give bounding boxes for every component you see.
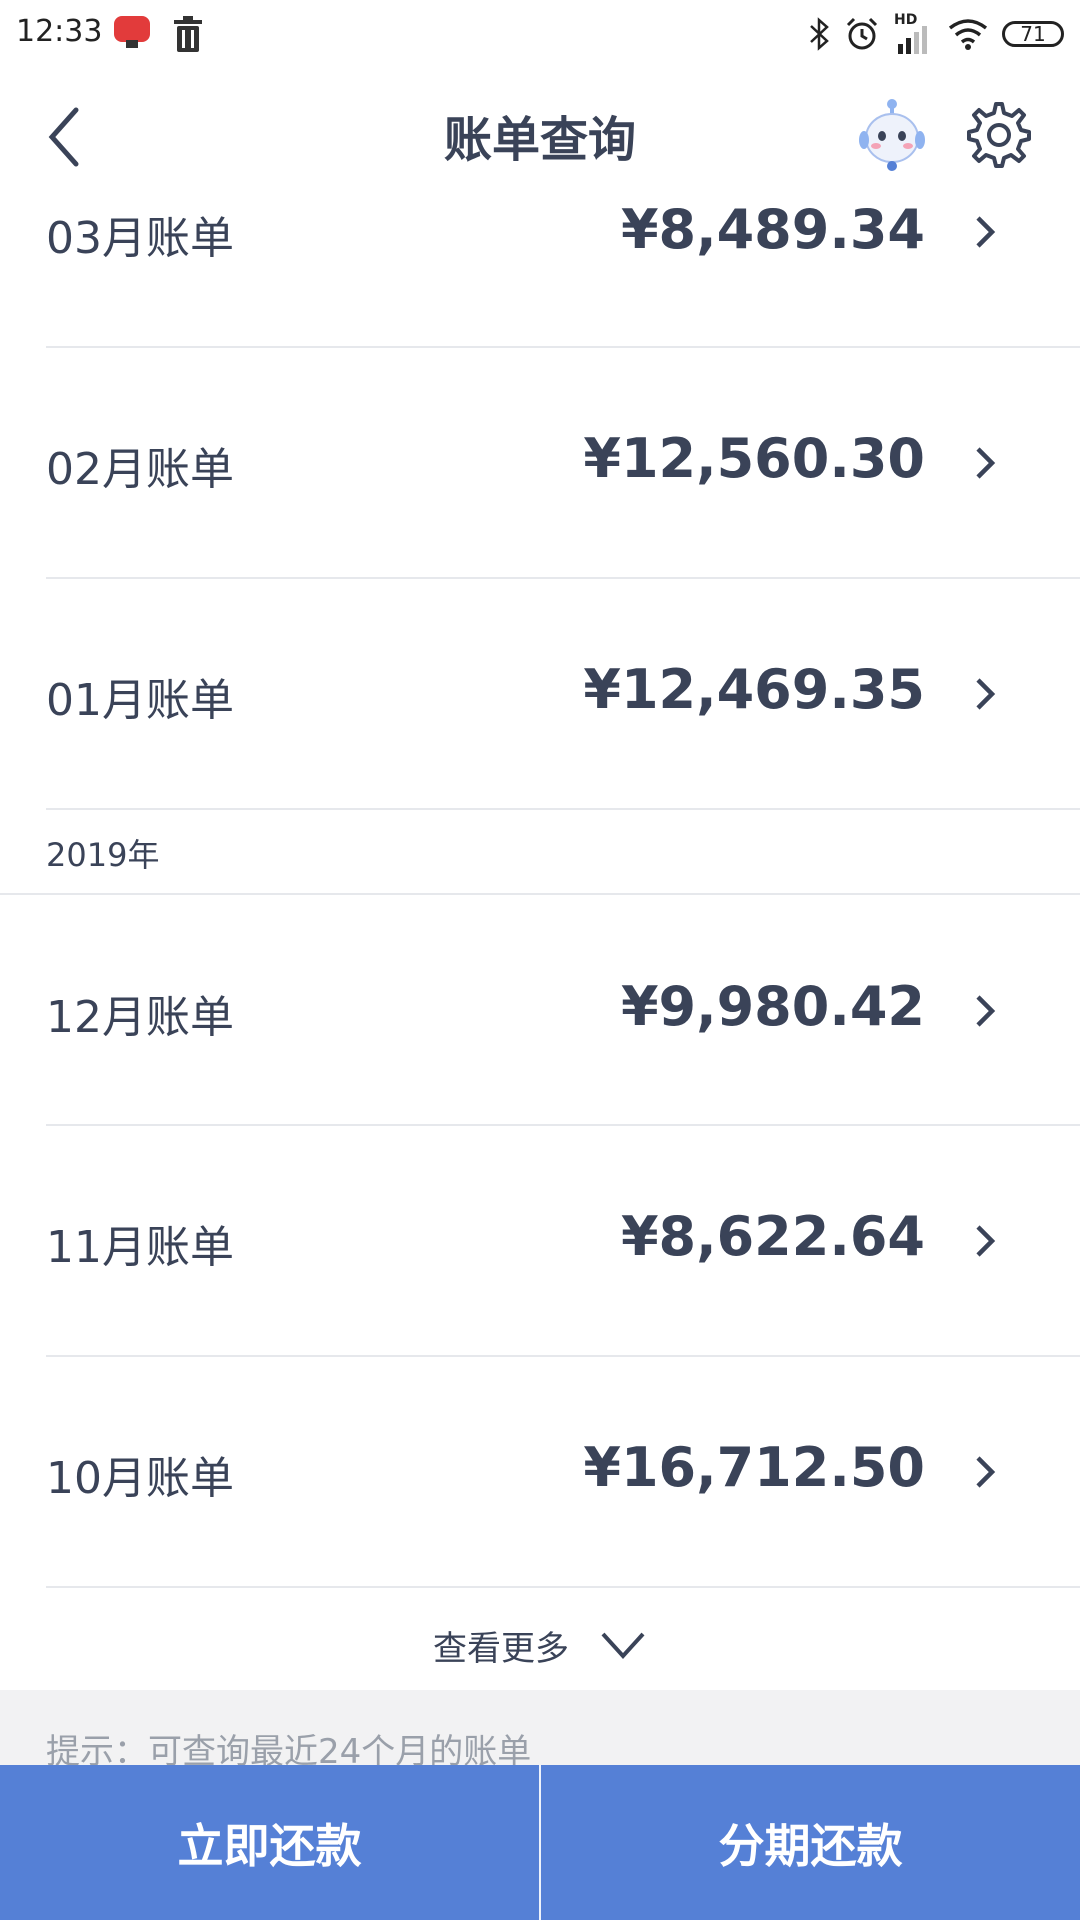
bill-month-label: 10月账单: [46, 1453, 234, 1504]
bluetooth-icon: [810, 17, 829, 51]
installment-repay-button[interactable]: 分期还款: [541, 1765, 1080, 1920]
battery-level: 71: [1020, 22, 1046, 46]
list-item[interactable]: 02月账单 ¥12,560.30: [0, 347, 1080, 577]
chevron-right-icon: [976, 216, 996, 248]
nav-header: 账单查询: [0, 72, 1080, 190]
bill-amount: ¥9,980.42: [620, 975, 925, 1038]
bill-amount: ¥12,469.35: [583, 658, 925, 721]
wifi-icon: [948, 19, 988, 50]
bill-amount: ¥16,712.50: [583, 1436, 925, 1499]
list-item[interactable]: 01月账单 ¥12,469.35: [0, 578, 1080, 808]
chevron-right-icon: [976, 447, 996, 479]
chevron-right-icon: [976, 1225, 996, 1257]
divider: [46, 808, 1080, 810]
bill-amount: ¥8,489.34: [620, 198, 925, 261]
signal-icon: HD: [894, 12, 934, 54]
alarm-icon: [846, 17, 878, 50]
year-section-header: 2019年: [46, 836, 160, 874]
chevron-down-icon: [601, 1632, 645, 1659]
status-icons: HD 71: [808, 12, 1064, 56]
mascot-assistant-icon[interactable]: [852, 96, 932, 176]
bill-month-label: 03月账单: [46, 213, 234, 264]
divider: [46, 1586, 1080, 1588]
repay-now-button[interactable]: 立即还款: [0, 1765, 541, 1920]
list-item[interactable]: 12月账单 ¥9,980.42: [0, 895, 1080, 1125]
app-notification-icon: [114, 16, 150, 48]
bottom-action-bar: 立即还款 分期还款: [0, 1765, 1080, 1920]
view-more-button[interactable]: 查看更多: [0, 1610, 1080, 1680]
chevron-right-icon: [976, 995, 996, 1027]
bill-month-label: 12月账单: [46, 992, 234, 1043]
bill-amount: ¥8,622.64: [620, 1205, 925, 1268]
list-item[interactable]: 11月账单 ¥8,622.64: [0, 1125, 1080, 1355]
battery-indicator: 71: [1002, 21, 1064, 47]
gear-icon[interactable]: [964, 100, 1034, 170]
list-item[interactable]: 10月账单 ¥16,712.50: [0, 1356, 1080, 1586]
view-more-label: 查看更多: [433, 1628, 569, 1669]
chevron-right-icon: [976, 1456, 996, 1488]
bill-month-label: 01月账单: [46, 675, 234, 726]
bill-month-label: 02月账单: [46, 444, 234, 495]
status-bar: 12:33 HD 71: [0, 0, 1080, 72]
chevron-right-icon: [976, 678, 996, 710]
status-time: 12:33: [16, 14, 103, 49]
trash-icon: [174, 16, 202, 52]
bill-amount: ¥12,560.30: [583, 427, 925, 490]
bill-month-label: 11月账单: [46, 1222, 234, 1273]
